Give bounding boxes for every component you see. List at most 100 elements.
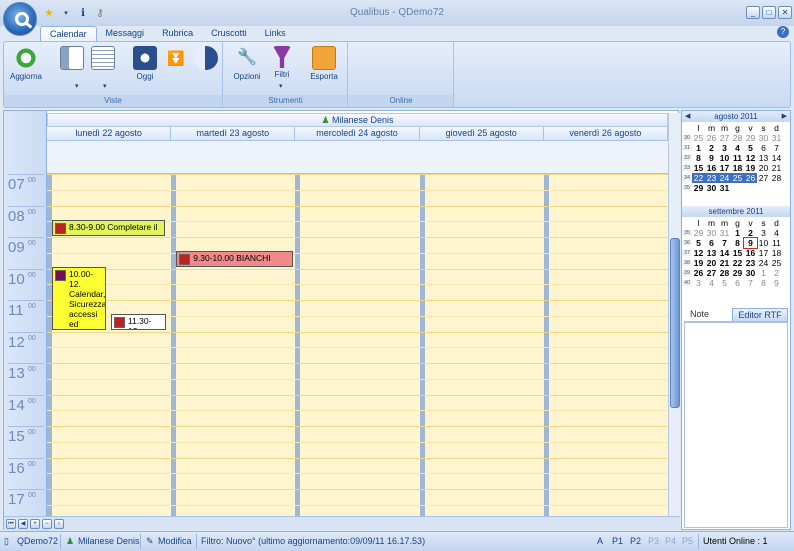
mini-calendar-day[interactable]: 31 — [718, 183, 731, 193]
mini-calendar-day[interactable]: 5 — [718, 278, 731, 288]
mini-calendar-day[interactable]: 24 — [718, 173, 731, 183]
mini-calendar-day[interactable]: 9 — [770, 278, 783, 288]
time-grid[interactable]: 8.30-9.00 Completare il 9.30-10.00 BIANCH… — [47, 174, 668, 516]
vertical-scrollbar[interactable] — [668, 113, 680, 516]
mini-calendar-day[interactable]: 25 — [692, 133, 705, 143]
mini-calendar-day[interactable]: 27 — [718, 133, 731, 143]
mini-calendar-day[interactable]: 23 — [705, 173, 718, 183]
mini-calendar-day[interactable]: 10 — [718, 153, 731, 163]
mini-calendar-day[interactable]: 30 — [705, 183, 718, 193]
mini-calendar-day[interactable]: 2 — [744, 228, 757, 238]
prev-month-icon[interactable]: ◀ — [685, 111, 690, 122]
appointment[interactable]: 9.30-10.00 BIANCHI — [176, 251, 294, 267]
mini-calendar-day[interactable]: 17 — [757, 248, 770, 258]
view-list-dropdown-icon[interactable]: ▾ — [103, 82, 107, 90]
day-column[interactable] — [419, 174, 544, 516]
mini-calendar-day[interactable]: 30 — [757, 133, 770, 143]
mini-calendar-day[interactable]: 1 — [692, 143, 705, 153]
status-p3[interactable]: P3 — [648, 536, 659, 546]
tab-cruscotti[interactable]: Cruscotti — [202, 26, 256, 42]
scroll-left-icon[interactable]: ‹ — [54, 519, 64, 529]
status-p2[interactable]: P2 — [630, 536, 641, 546]
help-icon[interactable]: ? — [777, 26, 789, 38]
mini-calendar-day[interactable]: 20 — [757, 163, 770, 173]
mini-calendar-day[interactable]: 19 — [692, 258, 705, 268]
mini-calendar-day[interactable]: 11 — [770, 238, 783, 248]
mini-calendar-day[interactable]: 12 — [692, 248, 705, 258]
mini-calendar-day[interactable]: 18 — [731, 163, 744, 173]
oggi-button[interactable]: Oggi — [132, 46, 158, 81]
mini-calendar-day[interactable]: 6 — [757, 143, 770, 153]
tab-calendar[interactable]: Calendar — [40, 26, 97, 42]
notes-editor[interactable] — [684, 322, 788, 528]
status-p5[interactable]: P5 — [682, 536, 693, 546]
next-days-button[interactable]: ⏬ — [164, 46, 188, 72]
mini-calendar-day[interactable]: 4 — [705, 278, 718, 288]
mini-calendar-day[interactable]: 30 — [744, 268, 757, 278]
view-layout-button[interactable] — [60, 46, 84, 72]
mini-calendar-day[interactable]: 9 — [705, 153, 718, 163]
mini-calendar-day[interactable]: 26 — [692, 268, 705, 278]
mini-calendar-day[interactable]: 10 — [757, 238, 770, 248]
mini-calendar-day[interactable]: 8 — [692, 153, 705, 163]
filtri-button[interactable]: Filtri — [268, 46, 296, 79]
tab-note[interactable]: Note — [690, 309, 709, 319]
remove-icon[interactable]: − — [42, 519, 52, 529]
minimize-button[interactable]: _ — [746, 6, 760, 19]
mini-calendar-day[interactable]: 22 — [731, 258, 744, 268]
status-p1[interactable]: P1 — [612, 536, 623, 546]
mini-calendar-day[interactable]: 2 — [705, 143, 718, 153]
tab-links[interactable]: Links — [256, 26, 295, 42]
mini-calendar-day[interactable]: 8 — [731, 238, 744, 248]
mini-calendar-day[interactable]: 13 — [705, 248, 718, 258]
mini-calendar-day[interactable]: 2 — [770, 268, 783, 278]
mini-calendar-day[interactable]: 5 — [744, 143, 757, 153]
mini-calendar-day[interactable]: 31 — [718, 228, 731, 238]
mini-calendar-day[interactable]: 3 — [718, 143, 731, 153]
day-header[interactable]: giovedì 25 agosto — [420, 127, 544, 140]
mini-calendar-day[interactable]: 4 — [731, 143, 744, 153]
appointment[interactable]: 8.30-9.00 Completare il — [52, 220, 165, 236]
mini-calendar-day[interactable]: 26 — [744, 173, 757, 183]
mini-calendar-day[interactable]: 27 — [757, 173, 770, 183]
mini-calendar-day[interactable]: 24 — [757, 258, 770, 268]
maximize-button[interactable]: □ — [762, 6, 776, 19]
mini-calendar-day[interactable]: 3 — [757, 228, 770, 238]
appointment[interactable]: 10.00-12. Calendar, Sicurezza accessi ed… — [52, 267, 106, 330]
esporta-button[interactable]: Esporta — [306, 46, 342, 81]
moon-view-button[interactable] — [194, 46, 218, 72]
mini-calendar-day[interactable]: 15 — [692, 163, 705, 173]
mini-calendar-day[interactable]: 29 — [692, 183, 705, 193]
mini-calendar-day[interactable]: 21 — [718, 258, 731, 268]
view-list-button[interactable] — [91, 46, 115, 72]
view-layout-dropdown-icon[interactable]: ▾ — [75, 82, 79, 90]
mini-calendar-day[interactable]: 28 — [770, 173, 783, 183]
mini-calendar-day[interactable]: 3 — [692, 278, 705, 288]
opzioni-button[interactable]: 🔧 Opzioni — [230, 46, 264, 81]
mini-calendar-day[interactable]: 8 — [757, 278, 770, 288]
day-header[interactable]: venerdì 26 agosto — [544, 127, 669, 140]
day-column[interactable] — [171, 174, 295, 516]
mini-calendar-day[interactable]: 17 — [718, 163, 731, 173]
day-header[interactable]: lunedì 22 agosto — [47, 127, 172, 140]
mini-calendar-day[interactable]: 25 — [731, 173, 744, 183]
mini-calendar-day[interactable]: 26 — [705, 133, 718, 143]
day-column[interactable] — [543, 174, 668, 516]
filtri-dropdown-icon[interactable]: ▾ — [279, 82, 283, 90]
mini-calendar-day[interactable]: 19 — [744, 163, 757, 173]
mini-calendar-day[interactable]: 14 — [770, 153, 783, 163]
mini-calendar-day[interactable]: 11 — [731, 153, 744, 163]
prev-page-icon[interactable]: ◀ — [18, 519, 28, 529]
mini-calendar-day[interactable]: 28 — [731, 133, 744, 143]
day-header[interactable]: martedì 23 agosto — [171, 127, 296, 140]
tab-messaggi[interactable]: Messaggi — [97, 26, 154, 42]
mini-calendar-day[interactable]: 1 — [757, 268, 770, 278]
mini-calendar-day[interactable]: 12 — [744, 153, 757, 163]
mini-calendar-day[interactable]: 27 — [705, 268, 718, 278]
add-icon[interactable]: + — [30, 519, 40, 529]
aggiorna-button[interactable]: Aggiorna — [8, 46, 44, 81]
mini-calendar-day[interactable]: 7 — [770, 143, 783, 153]
mini-calendar-day[interactable]: 6 — [705, 238, 718, 248]
status-a[interactable]: A — [597, 536, 603, 546]
mini-calendar-day[interactable]: 4 — [770, 228, 783, 238]
